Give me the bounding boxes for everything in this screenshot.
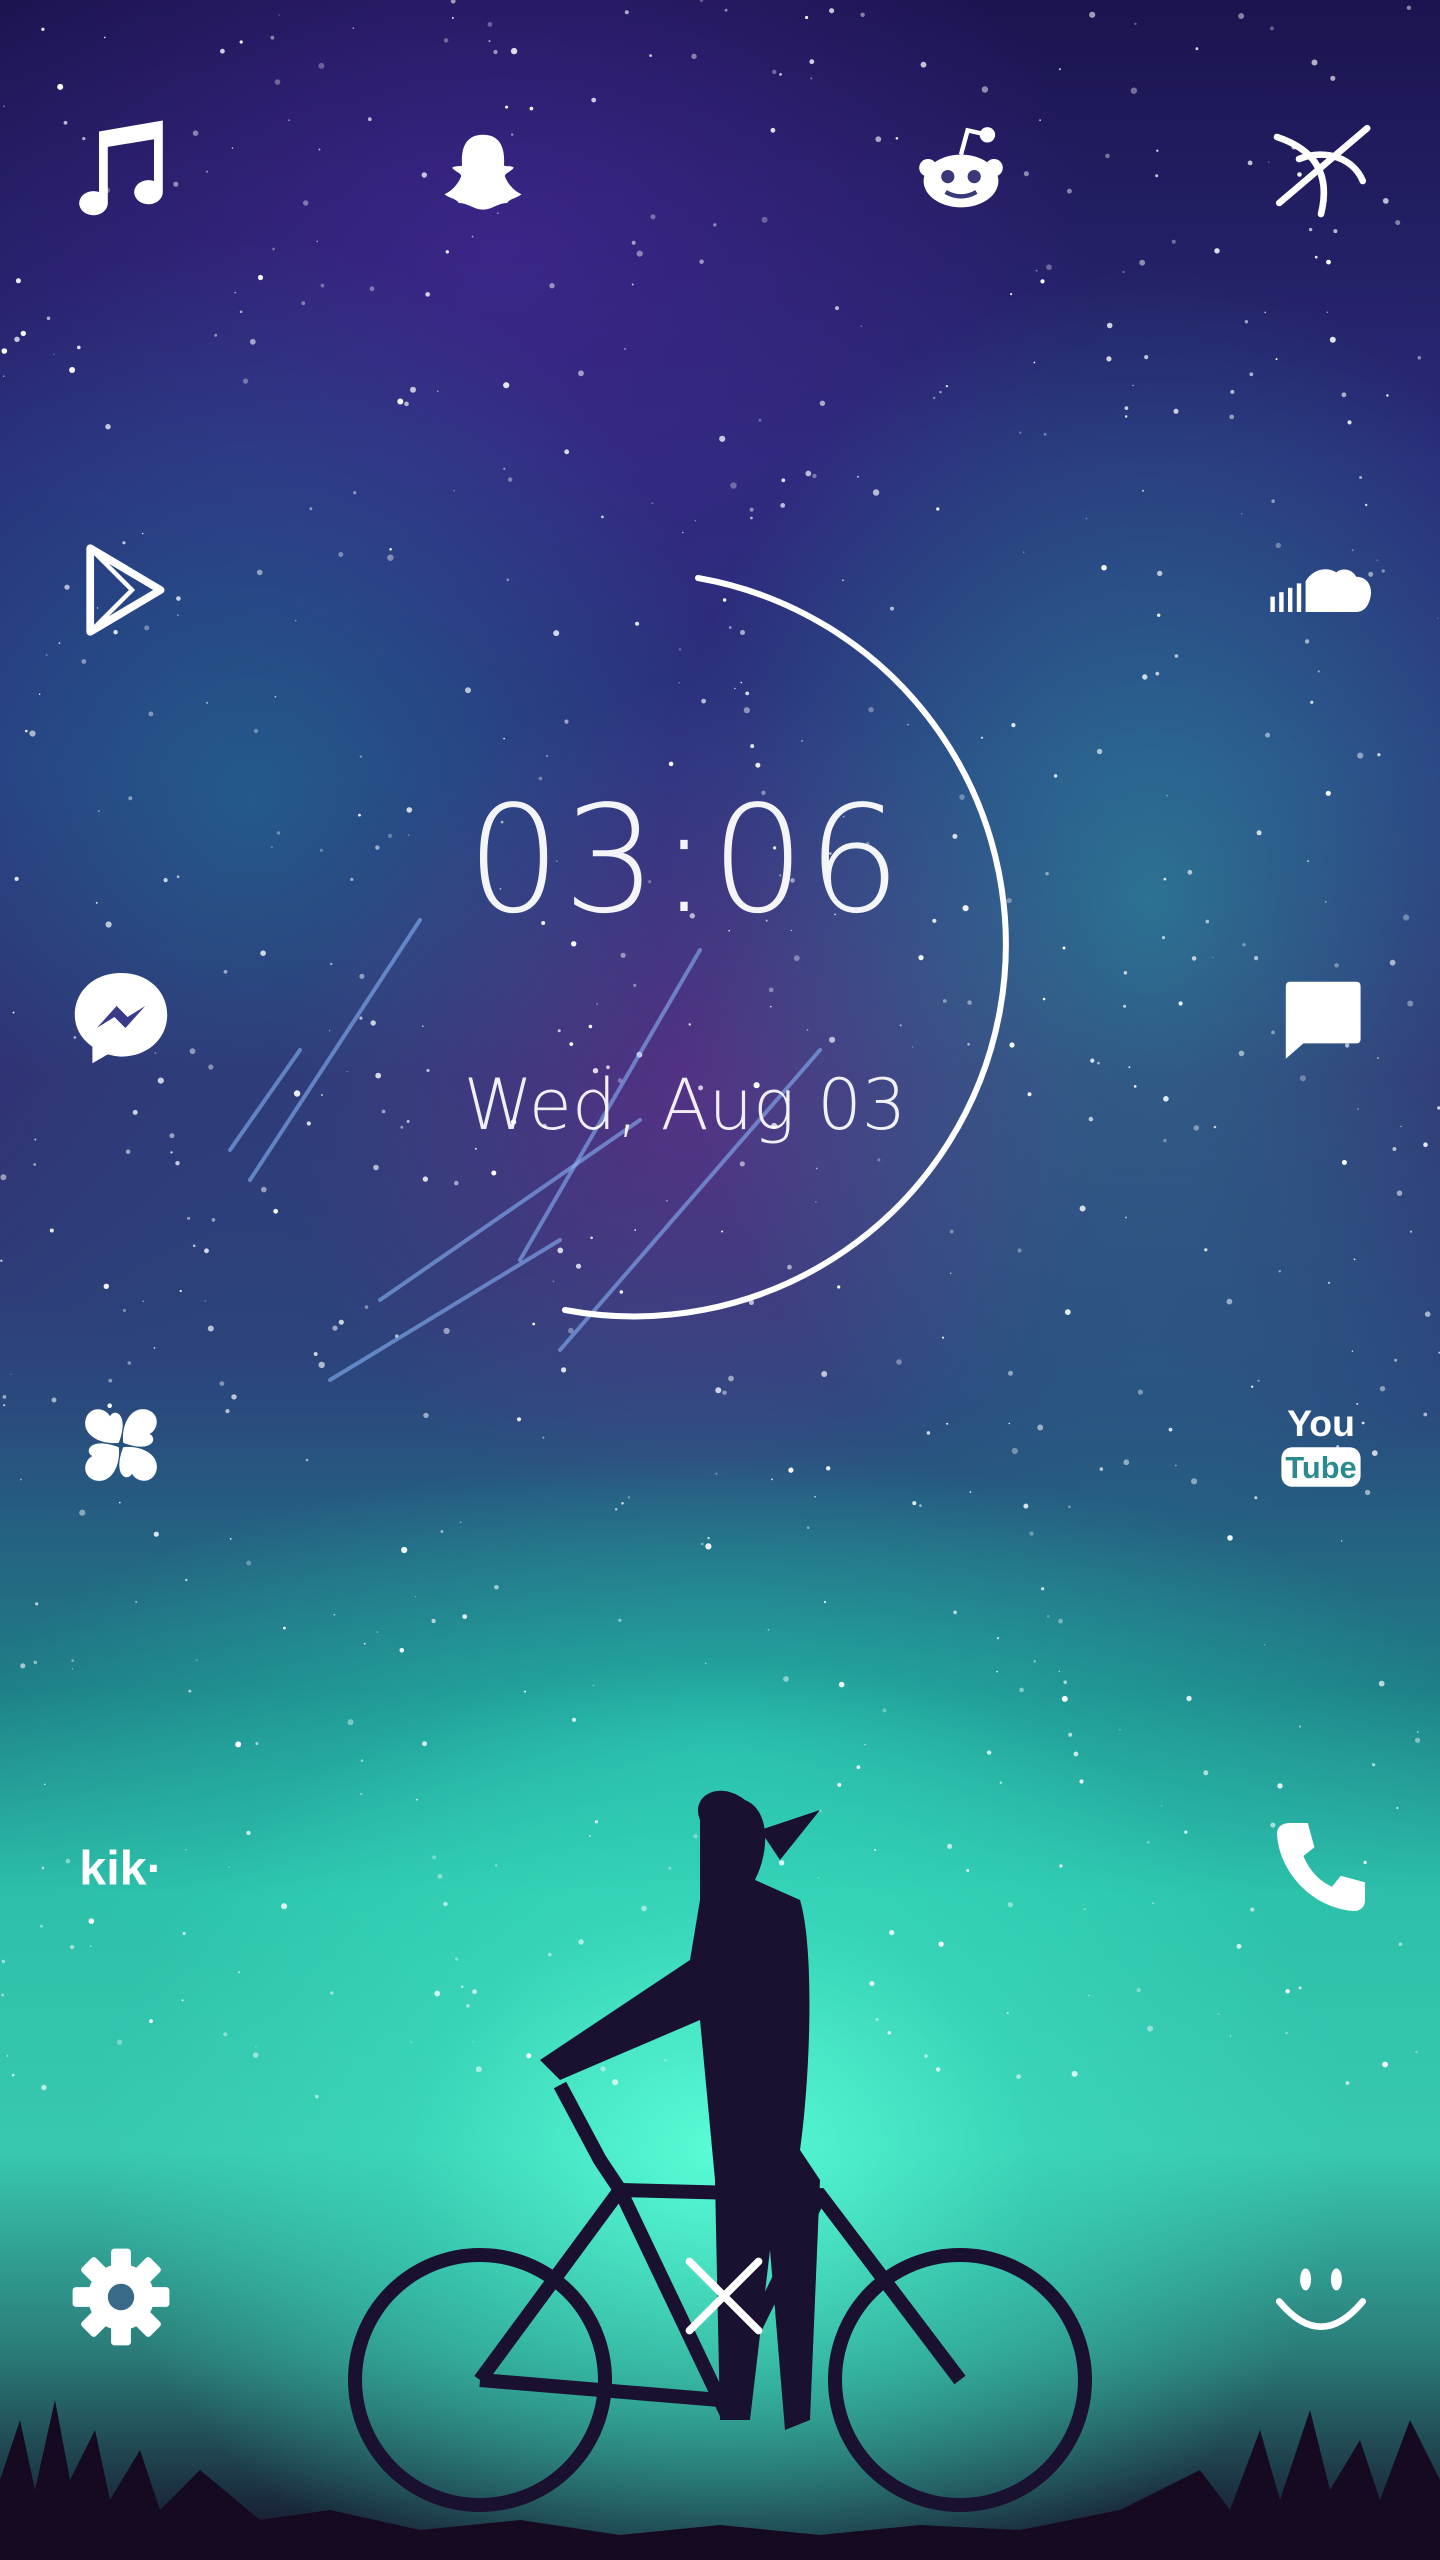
lockscreen-date: Wed, Aug 03 [463,1064,907,1146]
youtube-label-top: You [1287,1402,1355,1444]
soundcloud-icon[interactable] [1266,535,1376,645]
kik-icon[interactable]: kik· [66,1812,176,1922]
snapchat-ghost-icon[interactable] [428,115,538,225]
message-bubble-icon[interactable] [1266,962,1376,1072]
unlock-x-icon[interactable] [676,2248,772,2344]
play-store-icon[interactable] [66,535,176,645]
phone-icon[interactable] [1266,1812,1376,1922]
messenger-icon[interactable] [66,962,176,1072]
music-icon[interactable] [66,115,176,225]
smiley-icon[interactable] [1266,2242,1376,2352]
crossed-circle-icon[interactable] [1266,115,1376,225]
kik-label: kik· [79,1842,162,1896]
youtube-label-bottom: Tube [1285,1450,1356,1485]
boy-with-bicycle-silhouette [348,1790,1092,2512]
lockscreen-time: 03:06 [466,774,904,946]
youtube-icon[interactable]: You Tube [1266,1390,1376,1500]
wallpaper [0,0,1440,2560]
clover-icon[interactable] [66,1390,176,1500]
settings-gear-icon[interactable] [66,2242,176,2352]
reddit-icon[interactable] [906,115,1016,225]
